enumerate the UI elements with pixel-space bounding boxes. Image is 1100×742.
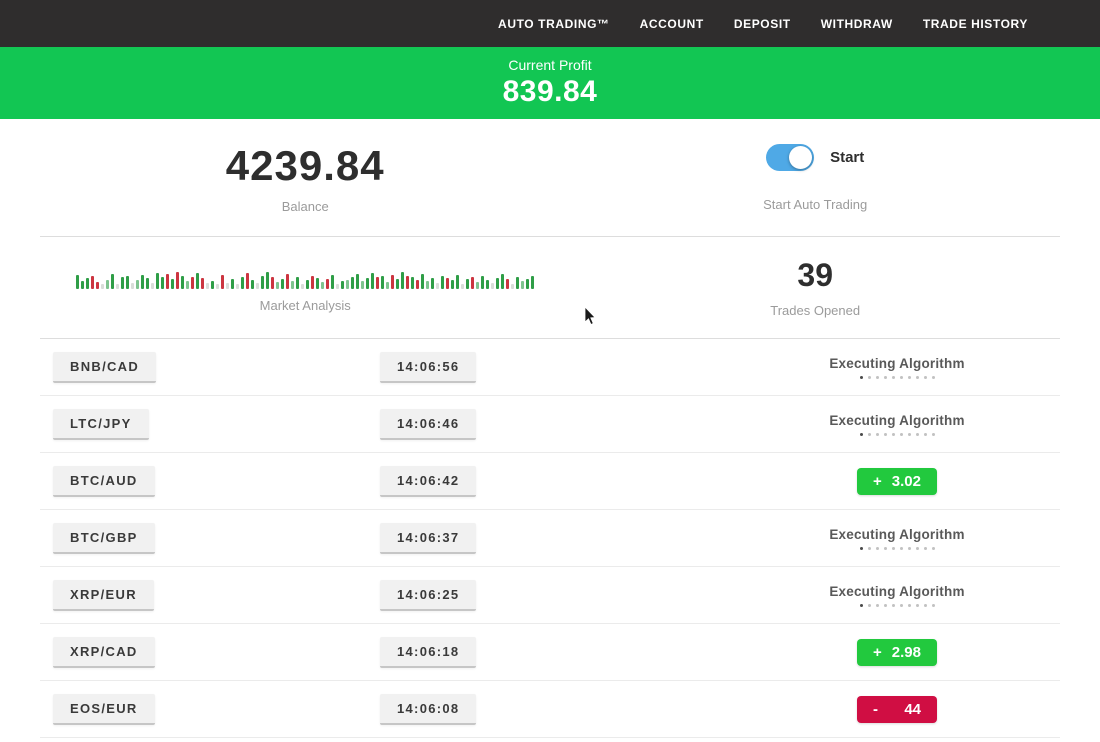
status-cell: Executing Algorithm [680,356,1060,379]
executing-algorithm-label: Executing Algorithm [829,584,964,599]
status-cell: +3.02 [680,468,1060,495]
time-chip: 14:06:25 [380,580,476,611]
market-analysis-label: Market Analysis [260,298,351,313]
nav-item-account[interactable]: ACCOUNT [640,17,704,31]
main-content: 4239.84 Balance Start Start Auto Trading… [0,119,1100,738]
pair-chip: LTC/JPY [53,409,149,440]
progress-dots [860,376,935,379]
time-chip: 14:06:42 [380,466,476,497]
progress-dots [860,604,935,607]
pair-chip: BNB/CAD [53,352,156,383]
nav-item-trade-history[interactable]: TRADE HISTORY [923,17,1028,31]
trades-opened-value: 39 [797,257,833,294]
pair-chip: XRP/EUR [53,580,154,611]
time-chip: 14:06:56 [380,352,476,383]
progress-dots [860,433,935,436]
table-row: BTC/AUD 14:06:42 +3.02 [40,453,1060,510]
balance-label: Balance [282,199,329,214]
top-navbar: AUTO TRADING™ ACCOUNT DEPOSIT WITHDRAW T… [0,0,1100,47]
auto-trading-block: Start Start Auto Trading [570,119,1060,236]
executing-algorithm-label: Executing Algorithm [829,413,964,428]
pair-chip: EOS/EUR [53,694,155,725]
status-cell: +2.98 [680,639,1060,666]
toggle-label: Start [830,149,864,166]
status-cell: -44 [680,696,1060,723]
table-row: XRP/CAD 14:06:18 +2.98 [40,624,1060,681]
status-cell: Executing Algorithm [680,413,1060,436]
balance-value: 4239.84 [226,142,385,190]
nav-item-deposit[interactable]: DEPOSIT [734,17,791,31]
executing-algorithm-label: Executing Algorithm [829,527,964,542]
current-profit-value: 839.84 [503,75,598,109]
pair-chip: XRP/CAD [53,637,155,668]
time-chip: 14:06:08 [380,694,476,725]
market-analysis-chart [76,263,534,289]
auto-trading-label: Start Auto Trading [763,197,867,212]
profit-badge: +2.98 [857,639,937,666]
progress-dots [860,547,935,550]
status-cell: Executing Algorithm [680,527,1060,550]
market-analysis-block: Market Analysis [40,237,570,338]
loss-badge: -44 [857,696,937,723]
current-profit-banner: Current Profit 839.84 [0,47,1100,119]
executing-algorithm-label: Executing Algorithm [829,356,964,371]
table-row: BTC/GBP 14:06:37 Executing Algorithm [40,510,1060,567]
status-cell: Executing Algorithm [680,584,1060,607]
trades-opened-label: Trades Opened [770,303,860,318]
nav-item-withdraw[interactable]: WITHDRAW [821,17,893,31]
time-chip: 14:06:37 [380,523,476,554]
time-chip: 14:06:18 [380,637,476,668]
table-row: EOS/EUR 14:06:08 -44 [40,681,1060,738]
nav-item-auto-trading[interactable]: AUTO TRADING™ [498,17,610,31]
time-chip: 14:06:46 [380,409,476,440]
toggle-knob [789,146,812,169]
auto-trading-toggle[interactable] [766,144,814,171]
trades-opened-block: 39 Trades Opened [570,237,1060,338]
pair-chip: BTC/GBP [53,523,155,554]
trades-table: BNB/CAD 14:06:56 Executing Algorithm LTC… [40,339,1060,738]
stats-row-market: Market Analysis 39 Trades Opened [40,237,1060,339]
table-row: XRP/EUR 14:06:25 Executing Algorithm [40,567,1060,624]
stats-row-balance: 4239.84 Balance Start Start Auto Trading [40,119,1060,237]
table-row: LTC/JPY 14:06:46 Executing Algorithm [40,396,1060,453]
balance-block: 4239.84 Balance [40,119,570,236]
table-row: BNB/CAD 14:06:56 Executing Algorithm [40,339,1060,396]
pair-chip: BTC/AUD [53,466,155,497]
current-profit-label: Current Profit [508,57,591,73]
profit-badge: +3.02 [857,468,937,495]
